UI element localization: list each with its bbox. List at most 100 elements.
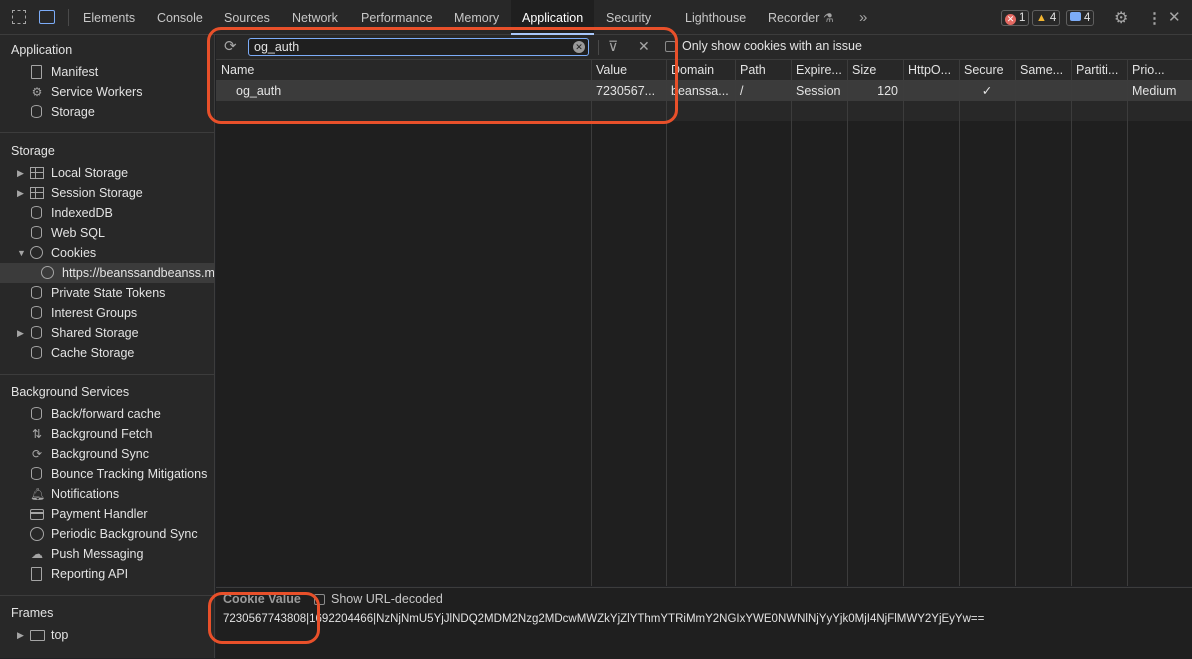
sidebar-item-label: Interest Groups — [51, 306, 138, 320]
device-toolbar-icon[interactable] — [39, 10, 55, 24]
tab-lighthouse[interactable]: Lighthouse — [685, 0, 746, 35]
sidebar-item-label: Background Fetch — [51, 427, 153, 441]
gears-icon: ⚙ — [31, 85, 43, 99]
column-header-secure[interactable]: Secure — [959, 60, 1015, 81]
sidebar-item-periodic-background-sync[interactable]: Periodic Background Sync — [0, 524, 214, 544]
sidebar-item-background-fetch[interactable]: ⇅ Background Fetch — [0, 424, 214, 444]
sidebar-item-shared-storage[interactable]: ▶ Shared Storage — [0, 323, 214, 343]
show-url-decoded-checkbox[interactable] — [314, 594, 325, 605]
sidebar-item-manifest[interactable]: Manifest — [0, 62, 214, 82]
cell-size: 120 — [877, 84, 898, 98]
sidebar-item-notifications[interactable]: 🔔︎ Notifications — [0, 484, 214, 504]
sidebar-item-cache-storage[interactable]: Cache Storage — [0, 343, 214, 363]
close-devtools-icon[interactable]: ✕ — [1168, 8, 1181, 26]
tab-recorder[interactable]: Recorder — [768, 0, 819, 35]
sidebar-item-frame-top[interactable]: ▶ top — [0, 625, 214, 645]
settings-gear-icon[interactable]: ⚙ — [1114, 8, 1128, 28]
tab-performance[interactable]: Performance — [361, 0, 433, 35]
column-divider[interactable] — [1071, 60, 1072, 586]
sidebar-item-push-messaging[interactable]: ☁ Push Messaging — [0, 544, 214, 564]
sidebar-item-label: Local Storage — [51, 166, 129, 180]
column-header-partition[interactable]: Partiti... — [1071, 60, 1127, 81]
sidebar-item-payment-handler[interactable]: Payment Handler — [0, 504, 214, 524]
column-divider[interactable] — [847, 60, 848, 586]
only-issues-checkbox[interactable] — [665, 41, 676, 52]
sidebar-item-local-storage[interactable]: ▶ Local Storage — [0, 163, 214, 183]
tab-elements[interactable]: Elements — [83, 0, 135, 35]
cookie-icon — [30, 246, 43, 259]
sidebar-item-label: Private State Tokens — [51, 286, 166, 300]
cell-secure: ✓ — [981, 84, 993, 98]
expand-arrow-icon[interactable]: ▶ — [17, 183, 24, 203]
expand-arrow-icon[interactable]: ▶ — [17, 163, 24, 183]
cookie-icon — [41, 266, 54, 279]
sidebar-item-session-storage[interactable]: ▶ Session Storage — [0, 183, 214, 203]
inspect-element-icon[interactable] — [12, 10, 26, 24]
tab-network[interactable]: Network — [292, 0, 338, 35]
expand-arrow-icon[interactable]: ▶ — [17, 625, 24, 645]
error-badge[interactable]: ✕ 1 — [1001, 10, 1030, 26]
sidebar-item-bounce-tracking[interactable]: Bounce Tracking Mitigations — [0, 464, 214, 484]
sidebar-item-cookie-origin[interactable]: https://beanssandbeanss.my — [0, 263, 215, 283]
database-icon — [31, 206, 42, 219]
cookie-filter-input[interactable]: og_auth ✕ — [248, 38, 589, 56]
delete-selected-icon[interactable]: ✕ — [638, 38, 650, 55]
sidebar-item-label: https://beanssandbeanss.my — [62, 266, 215, 280]
sidebar-item-label: Background Sync — [51, 447, 149, 461]
error-count: 1 — [1019, 12, 1026, 24]
message-badge[interactable]: 4 — [1066, 10, 1095, 26]
column-header-size[interactable]: Size — [847, 60, 903, 81]
column-divider[interactable] — [903, 60, 904, 586]
column-header-value[interactable]: Value — [591, 60, 666, 81]
more-options-icon[interactable]: ⋮ — [1147, 9, 1162, 27]
table-row[interactable]: og_auth 7230567... beanssa... / Session … — [216, 81, 1192, 101]
sidebar-item-service-workers[interactable]: ⚙ Service Workers — [0, 82, 214, 102]
column-divider[interactable] — [1015, 60, 1016, 586]
cell-partition — [1071, 81, 1127, 101]
column-header-samesite[interactable]: Same... — [1015, 60, 1071, 81]
cookie-value-title: Cookie Value — [223, 592, 301, 606]
column-header-name[interactable]: Name — [216, 60, 591, 81]
tab-memory[interactable]: Memory — [454, 0, 499, 35]
column-divider[interactable] — [735, 60, 736, 586]
tab-application[interactable]: Application — [511, 0, 595, 35]
column-divider[interactable] — [791, 60, 792, 586]
warning-badge[interactable]: ▲ 4 — [1032, 10, 1061, 26]
refresh-icon[interactable]: ⟳ — [224, 37, 237, 55]
column-header-httponly[interactable]: HttpO... — [903, 60, 959, 81]
tab-sources[interactable]: Sources — [224, 0, 270, 35]
section-title-frames: Frames — [11, 606, 54, 620]
sidebar-item-background-sync[interactable]: ⟳ Background Sync — [0, 444, 214, 464]
column-divider[interactable] — [959, 60, 960, 586]
toolbar-separator — [598, 40, 599, 55]
column-divider[interactable] — [1127, 60, 1128, 586]
sidebar-item-cookies[interactable]: ▼ Cookies — [0, 243, 214, 263]
column-divider[interactable] — [591, 60, 592, 586]
sidebar-item-indexeddb[interactable]: IndexedDB — [0, 203, 214, 223]
sidebar-item-label: IndexedDB — [51, 206, 113, 220]
collapse-arrow-icon[interactable]: ▼ — [17, 243, 26, 263]
section-title-background-services: Background Services — [11, 385, 130, 399]
expand-arrow-icon[interactable]: ▶ — [17, 323, 24, 343]
clear-filter-icon[interactable]: ✕ — [573, 41, 585, 53]
credit-card-icon — [30, 509, 44, 520]
column-header-priority[interactable]: Prio... — [1127, 60, 1192, 81]
empty-row — [216, 101, 1192, 121]
sidebar-item-interest-groups[interactable]: Interest Groups — [0, 303, 214, 323]
tab-security[interactable]: Security — [606, 0, 651, 35]
clear-filtered-cookies-icon[interactable]: ⊽ — [608, 38, 618, 55]
sidebar-item-label: Cookies — [51, 246, 97, 260]
more-tabs-icon[interactable]: » — [859, 0, 867, 35]
database-icon — [31, 346, 42, 359]
sidebar-item-private-state-tokens[interactable]: Private State Tokens — [0, 283, 214, 303]
column-header-expires[interactable]: Expire... — [791, 60, 847, 81]
cookie-value-text[interactable]: 7230567743808|1692204466|NzNjNmU5YjJlNDQ… — [223, 613, 984, 625]
column-header-path[interactable]: Path — [735, 60, 791, 81]
sidebar-item-storage[interactable]: Storage — [0, 102, 214, 122]
sidebar-item-back-forward-cache[interactable]: Back/forward cache — [0, 404, 214, 424]
sidebar-item-reporting-api[interactable]: Reporting API — [0, 564, 214, 584]
sidebar-item-web-sql[interactable]: Web SQL — [0, 223, 214, 243]
tab-console[interactable]: Console — [157, 0, 203, 35]
column-header-domain[interactable]: Domain — [666, 60, 735, 81]
column-divider[interactable] — [666, 60, 667, 586]
